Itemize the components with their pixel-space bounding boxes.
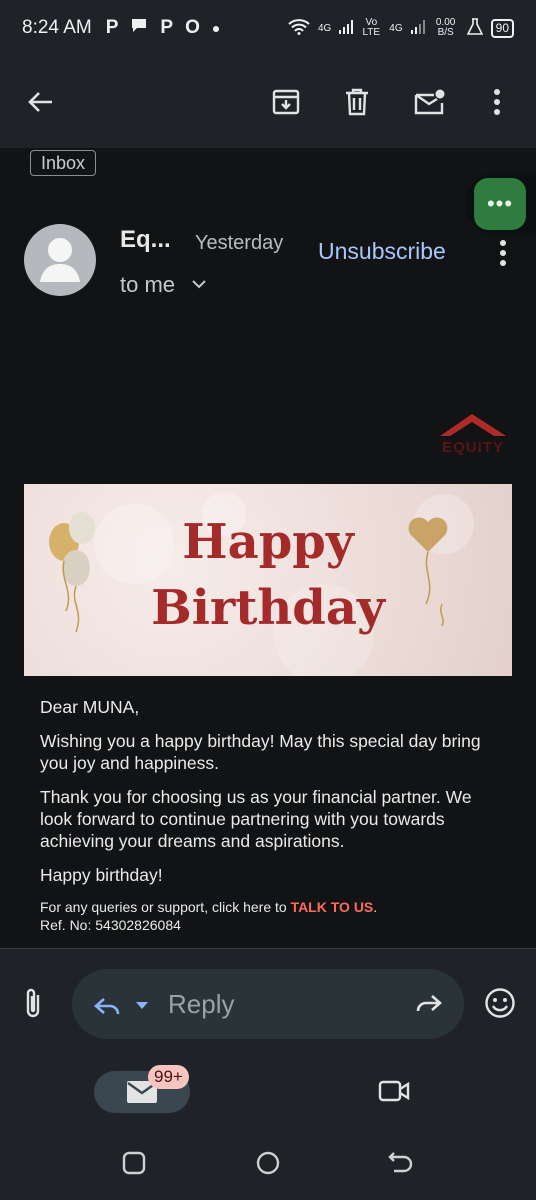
house-roof-icon [440, 414, 506, 436]
archive-icon [272, 89, 300, 115]
chat-bubble-icon [130, 17, 148, 39]
volte-label: Vo LTE [362, 17, 381, 38]
back-button[interactable] [20, 82, 60, 122]
more-horiz-icon: ••• [474, 178, 526, 230]
reference-number: Ref. No: 54302826084 [40, 917, 181, 933]
network-label-1: 4G [317, 22, 332, 34]
reply-area: Reply [0, 949, 536, 1057]
back-nav-button[interactable] [388, 1151, 414, 1180]
dot-icon: ● [211, 20, 221, 36]
wifi-icon [288, 18, 310, 38]
nav-meet-tab[interactable] [378, 1079, 410, 1108]
paragraph-3: Happy birthday! [40, 865, 163, 885]
mail-unread-icon [414, 89, 445, 115]
trash-icon [346, 88, 368, 116]
home-button[interactable] [256, 1151, 280, 1180]
chat-bubble-fab[interactable]: ••• [466, 172, 536, 236]
forward-icon[interactable] [414, 993, 442, 1015]
notification-icons: P P O ● [106, 17, 221, 39]
recipient-label[interactable]: to me [120, 272, 175, 298]
person-icon [40, 238, 80, 282]
reply-input[interactable]: Reply [72, 969, 464, 1039]
support-period: . [373, 899, 378, 915]
back-gesture-icon [388, 1152, 413, 1173]
banner-title-birthday: Birthday [151, 580, 385, 636]
network-label-2: 4G [389, 22, 403, 34]
battery-icon: 90 [490, 18, 514, 38]
birthday-banner: Happy Birthday [24, 484, 512, 676]
greeting: Dear MUNA, [40, 697, 140, 717]
system-nav-bar [0, 1119, 536, 1200]
recents-button[interactable] [122, 1151, 146, 1180]
notif-p-icon-2: P [160, 17, 174, 38]
unread-badge: 99+ [148, 1065, 189, 1089]
banner-title-happy: Happy [182, 514, 354, 570]
data-rate: 0.00 B/S [435, 17, 456, 38]
notif-p-icon: P [105, 17, 119, 38]
paragraph-2: Thank you for choosing us as your financ… [40, 787, 472, 851]
recents-icon [122, 1151, 146, 1175]
attach-button[interactable] [20, 987, 46, 1026]
emoji-icon [485, 988, 515, 1018]
email-date: Yesterday [195, 232, 284, 254]
emoji-button[interactable] [484, 987, 516, 1024]
paragraph-1: Wishing you a happy birthday! May this s… [40, 731, 481, 773]
talk-to-us-link[interactable]: TALK TO US [291, 899, 374, 915]
status-right: 4G Vo LTE 4G 0.00 B/S 90 [288, 18, 514, 39]
status-bar: 8:24 AM P P O ● 4G Vo LTE 4G 0.00 B/S 90 [0, 0, 536, 56]
delete-button[interactable] [337, 82, 377, 122]
more-vert-icon [494, 89, 500, 115]
message-more-button[interactable] [492, 238, 514, 268]
equity-logo: EQUITY [438, 410, 508, 456]
signal-icon-1 [339, 19, 354, 37]
logo-text: EQUITY [442, 439, 504, 456]
unsubscribe-link[interactable]: Unsubscribe [318, 238, 446, 265]
avatar[interactable] [24, 224, 96, 296]
chevron-down-icon[interactable] [192, 276, 206, 294]
more-options-button[interactable] [477, 82, 517, 122]
videocam-icon [378, 1080, 410, 1102]
message-body: Dear MUNA, Wishing you a happy birthday!… [24, 676, 512, 944]
bottom-nav: 99+ [0, 1057, 536, 1119]
flask-icon [466, 17, 483, 39]
more-vert-icon [500, 240, 506, 266]
label-chip-inbox[interactable]: Inbox [30, 150, 97, 176]
email-content: Inbox ••• Eq... Yesterday to me Unsubscr… [0, 148, 536, 948]
email-toolbar [0, 56, 536, 148]
mark-unread-button[interactable] [409, 82, 449, 122]
reply-icon [94, 998, 148, 1015]
sender-name[interactable]: Eq... [120, 226, 171, 254]
support-note: For any queries or support, click here t… [40, 898, 496, 916]
status-time: 8:24 AM [22, 17, 92, 38]
archive-button[interactable] [266, 82, 306, 122]
support-text: For any queries or support, click here t… [40, 899, 287, 915]
arrow-back-icon [28, 92, 52, 112]
reply-placeholder: Reply [168, 989, 235, 1019]
home-circle-icon [256, 1151, 280, 1175]
signal-icon-2 [410, 19, 425, 37]
notif-o-icon: O [185, 17, 200, 38]
attach-file-icon [26, 988, 40, 1018]
